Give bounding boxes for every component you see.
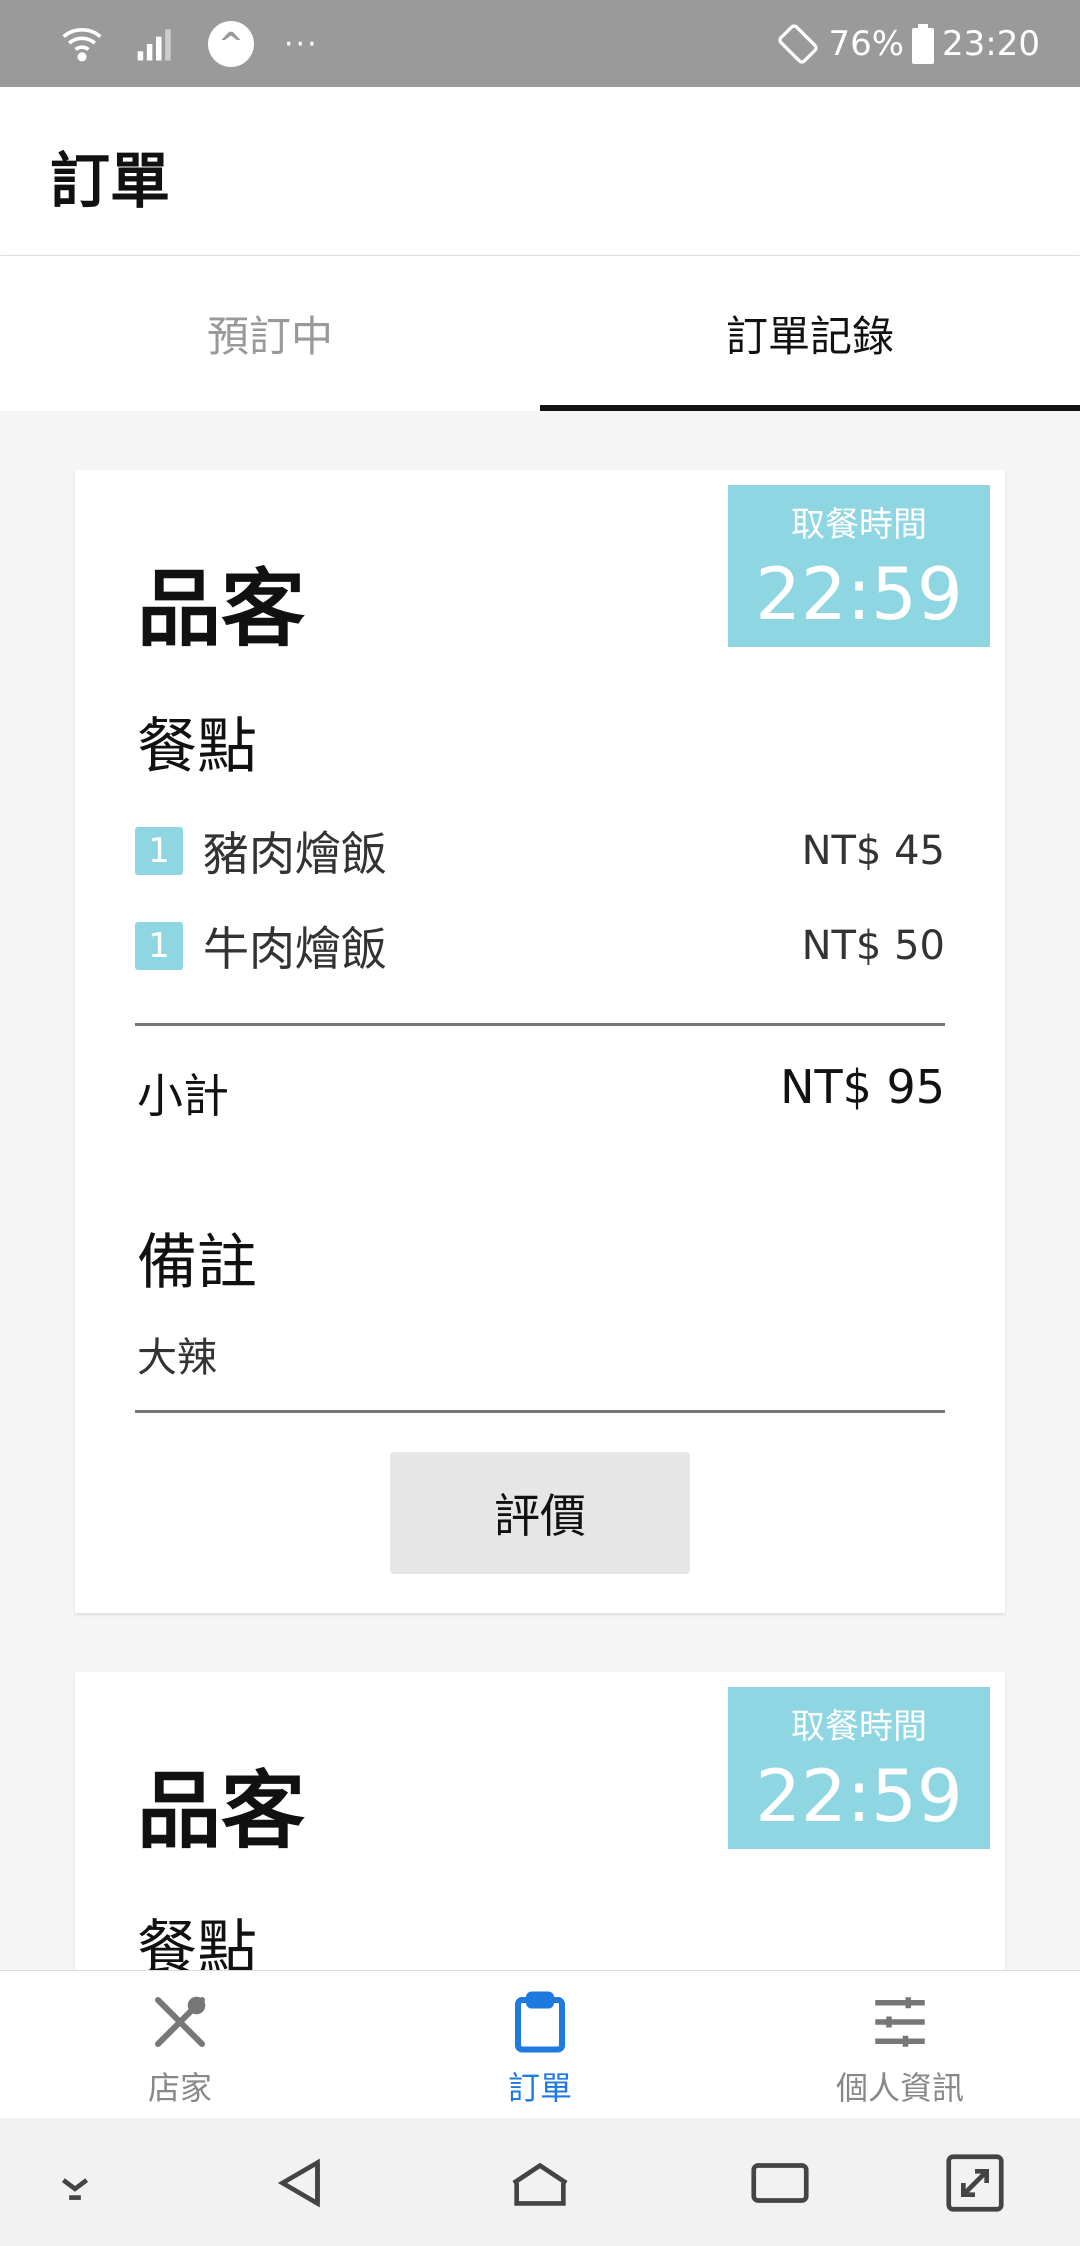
signal-icon <box>137 29 171 61</box>
nav-item-shops[interactable]: 店家 <box>0 1971 360 2118</box>
pickup-label: 取餐時間 <box>791 1707 927 1747</box>
item-name: 牛肉燴飯 <box>203 922 387 976</box>
more-notifications-icon: ··· <box>284 26 319 62</box>
pickup-time-badge: 取餐時間 22:59 <box>728 485 990 647</box>
pickup-time: 22:59 <box>755 552 963 636</box>
sliders-icon <box>875 1997 925 2047</box>
list-item: 1 牛肉燴飯 NT$ 50 <box>135 916 945 976</box>
recent-apps-icon[interactable] <box>745 2148 815 2218</box>
subtotal-value: NT$ 95 <box>780 1060 945 1114</box>
system-navigation-bar <box>0 2118 1080 2246</box>
shop-name: 品客 <box>137 560 306 658</box>
item-price: NT$ 50 <box>801 923 945 969</box>
divider <box>135 1410 945 1413</box>
fork-knife-icon <box>154 1996 206 2048</box>
order-card: 品客 取餐時間 22:59 餐點 1 豬肉燴飯 NT$ 45 1 牛肉燴飯 NT… <box>75 470 1005 1613</box>
pickup-time-badge: 取餐時間 22:59 <box>728 1687 990 1849</box>
expand-icon[interactable] <box>940 2148 1010 2218</box>
page-title: 訂單 <box>50 147 170 217</box>
quantity-badge: 1 <box>135 922 183 970</box>
items-title: 餐點 <box>137 712 257 782</box>
app-bar: 訂單 <box>0 87 1080 255</box>
hide-keyboard-icon[interactable] <box>40 2148 110 2218</box>
status-bar: ^ ··· 76% 23:20 <box>0 0 1080 87</box>
bottom-navigation: 店家 訂單 個人資訊 <box>0 1970 1080 2118</box>
tab-booking[interactable]: 預訂中 <box>0 256 540 411</box>
order-tabs: 預訂中 訂單記錄 <box>0 256 1080 411</box>
status-left: ^ ··· <box>60 20 319 68</box>
app-notification-icon: ^ <box>208 21 254 67</box>
item-price: NT$ 45 <box>801 828 945 874</box>
divider <box>135 1023 945 1026</box>
battery-icon <box>912 24 935 64</box>
nav-label: 個人資訊 <box>835 2069 964 2107</box>
status-right: 76% 23:20 <box>776 20 1040 68</box>
nav-label: 訂單 <box>507 2069 572 2107</box>
list-item: 1 豬肉燴飯 NT$ 45 <box>135 821 945 881</box>
clipboard-icon <box>514 1991 566 2053</box>
battery-percent: 76% <box>828 24 905 64</box>
shop-name: 品客 <box>137 1762 306 1860</box>
item-name: 豬肉燴飯 <box>203 827 387 881</box>
back-icon[interactable] <box>265 2148 335 2218</box>
subtotal-label: 小計 <box>137 1069 229 1123</box>
tab-order-history[interactable]: 訂單記錄 <box>540 256 1080 411</box>
wifi-icon <box>62 27 102 62</box>
nav-item-profile[interactable]: 個人資訊 <box>720 1971 1080 2118</box>
clock: 23:20 <box>942 24 1040 64</box>
pickup-time: 22:59 <box>755 1754 963 1838</box>
quantity-badge: 1 <box>135 827 183 875</box>
nav-item-orders[interactable]: 訂單 <box>360 1971 720 2118</box>
rotate-icon <box>778 24 819 64</box>
rate-button[interactable]: 評價 <box>390 1452 690 1574</box>
home-icon[interactable] <box>505 2148 575 2218</box>
pickup-label: 取餐時間 <box>791 505 927 545</box>
nav-label: 店家 <box>147 2069 212 2107</box>
notes-text: 大辣 <box>137 1335 217 1381</box>
notes-title: 備註 <box>137 1228 257 1298</box>
